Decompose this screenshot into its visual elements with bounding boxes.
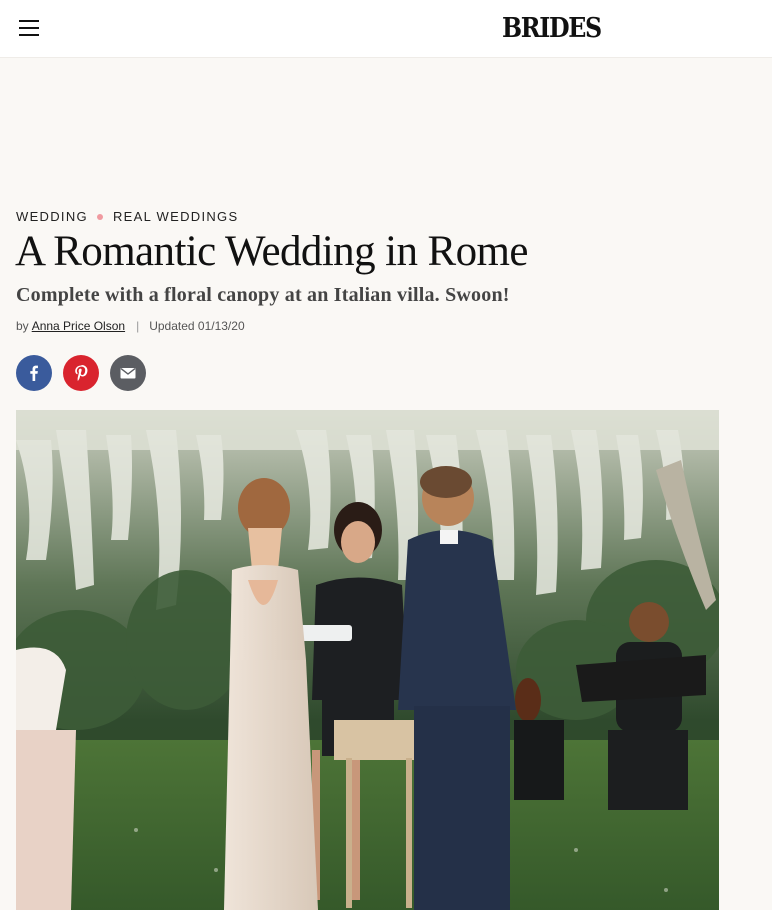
- hamburger-menu-icon[interactable]: [18, 17, 42, 41]
- share-buttons: [16, 355, 146, 391]
- breadcrumb: WEDDING REAL WEDDINGS: [16, 209, 238, 224]
- site-header: BRIDES: [0, 0, 772, 58]
- byline-separator: |: [136, 319, 140, 333]
- email-icon: [120, 368, 136, 379]
- breadcrumb-dot-separator: [96, 213, 103, 220]
- updated-date: Updated 01/13/20: [149, 319, 245, 333]
- wedding-ceremony-photo: [16, 410, 719, 910]
- facebook-icon: [30, 365, 38, 381]
- pinterest-share-button[interactable]: [63, 355, 99, 391]
- hero-photo: [16, 410, 719, 910]
- article-subtitle: Complete with a floral canopy at an Ital…: [16, 284, 510, 306]
- email-share-button[interactable]: [110, 355, 146, 391]
- site-logo[interactable]: BRIDES: [502, 13, 602, 45]
- facebook-share-button[interactable]: [16, 355, 52, 391]
- article-byline: by Anna Price Olson | Updated 01/13/20: [16, 318, 245, 334]
- breadcrumb-link-real-weddings[interactable]: REAL WEDDINGS: [113, 209, 239, 224]
- author-link[interactable]: Anna Price Olson: [32, 318, 125, 334]
- pinterest-icon: [75, 364, 88, 381]
- byline-prefix: by: [16, 319, 29, 333]
- article-title: A Romantic Wedding in Rome: [15, 228, 528, 275]
- breadcrumb-link-wedding[interactable]: WEDDING: [16, 209, 88, 224]
